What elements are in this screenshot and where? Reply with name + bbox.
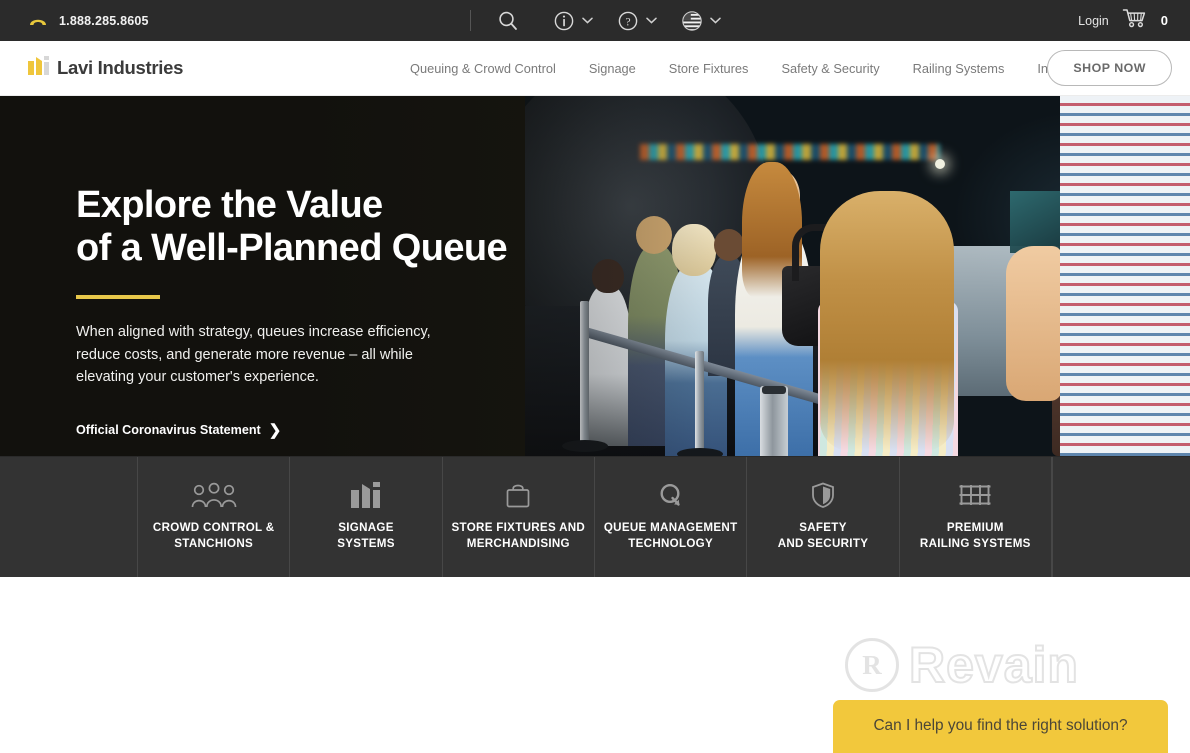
railing-icon (958, 482, 992, 508)
svg-text:?: ? (625, 16, 630, 28)
people-group-icon (188, 482, 240, 508)
category-label: PREMIUM RAILING SYSTEMS (919, 521, 1031, 550)
chevron-down-icon[interactable] (579, 6, 595, 36)
chevron-right-icon: ❯ (268, 421, 282, 439)
login-link[interactable]: Login (1078, 14, 1109, 28)
phone-number: 1.888.285.8605 (59, 13, 149, 28)
question-circle-icon[interactable]: ? (613, 6, 643, 36)
category-store-fixtures[interactable]: STORE FIXTURES AND MERCHANDISING (443, 457, 595, 577)
main-nav: Queuing & Crowd Control Signage Store Fi… (410, 41, 1093, 96)
phone-icon (28, 14, 48, 28)
hero-title-line1: Explore the Value (76, 184, 383, 226)
category-signage[interactable]: SIGNAGE SYSTEMS (290, 457, 443, 577)
category-safety-security[interactable]: SAFETY AND SECURITY (747, 457, 900, 577)
category-railing-systems[interactable]: PREMIUM RAILING SYSTEMS (900, 457, 1052, 577)
nav-item-railing-systems[interactable]: Railing Systems (913, 61, 1005, 76)
vertical-divider (470, 10, 471, 31)
nav-item-signage[interactable]: Signage (589, 61, 636, 76)
main-header: Lavi Industries Queuing & Crowd Control … (0, 41, 1190, 96)
category-label: SIGNAGE SYSTEMS (337, 521, 395, 550)
category-label: QUEUE MANAGEMENT TECHNOLOGY (603, 521, 738, 550)
category-label: SAFETY AND SECURITY (777, 521, 869, 550)
hero-banner: Explore the Value of a Well-Planned Queu… (0, 96, 1190, 456)
hero-accent-bar (76, 295, 160, 300)
globe-flag-icon[interactable] (677, 6, 707, 36)
shop-now-button[interactable]: SHOP NOW (1047, 50, 1172, 86)
hero-title: Explore the Value of a Well-Planned Queu… (76, 184, 536, 269)
utility-topbar: 1.888.285.8605 ? Login 0 (0, 0, 1190, 41)
site-logo[interactable]: Lavi Industries (0, 55, 184, 81)
queue-q-arrow-icon (658, 482, 684, 508)
li-monogram-icon (28, 55, 50, 81)
chat-widget-message: Can I help you find the right solution? (873, 717, 1128, 734)
cart-count: 0 (1160, 13, 1168, 28)
phone-block[interactable]: 1.888.285.8605 (0, 14, 149, 28)
category-queue-management[interactable]: QUEUE MANAGEMENT TECHNOLOGY (595, 457, 748, 577)
signage-bars-icon (350, 482, 381, 509)
search-icon[interactable] (493, 6, 523, 36)
shopping-cart-icon[interactable] (1122, 8, 1148, 33)
topbar-icon-group: ? (470, 0, 741, 41)
category-strip-spacer-left (0, 457, 138, 577)
logo-text: Lavi Industries (57, 57, 184, 78)
info-circle-icon[interactable] (549, 6, 579, 36)
hero-copy: Explore the Value of a Well-Planned Queu… (76, 184, 536, 439)
shield-icon (811, 482, 835, 509)
chevron-down-icon[interactable] (643, 6, 659, 36)
chat-widget[interactable]: Can I help you find the right solution? (833, 700, 1168, 753)
category-strip-spacer-right (1051, 457, 1190, 577)
nav-item-safety-security[interactable]: Safety & Security (781, 61, 879, 76)
hero-subtitle: When aligned with strategy, queues incre… (76, 324, 431, 386)
hero-title-line2: of a Well-Planned Queue (76, 226, 508, 269)
nav-item-store-fixtures[interactable]: Store Fixtures (669, 61, 749, 76)
topbar-account-group: Login 0 (1078, 0, 1168, 41)
chevron-down-icon[interactable] (707, 6, 723, 36)
shopping-bag-icon (504, 482, 532, 508)
coronavirus-statement-link[interactable]: Official Coronavirus Statement ❯ (76, 423, 281, 438)
hero-link-label: Official Coronavirus Statement (76, 423, 261, 437)
category-strip: CROWD CONTROL & STANCHIONS SIGNAGE SYSTE… (0, 456, 1190, 577)
category-crowd-control[interactable]: CROWD CONTROL & STANCHIONS (138, 457, 291, 577)
category-label: STORE FIXTURES AND MERCHANDISING (451, 521, 586, 550)
nav-item-queuing[interactable]: Queuing & Crowd Control (410, 61, 556, 76)
category-label: CROWD CONTROL & STANCHIONS (152, 521, 275, 550)
